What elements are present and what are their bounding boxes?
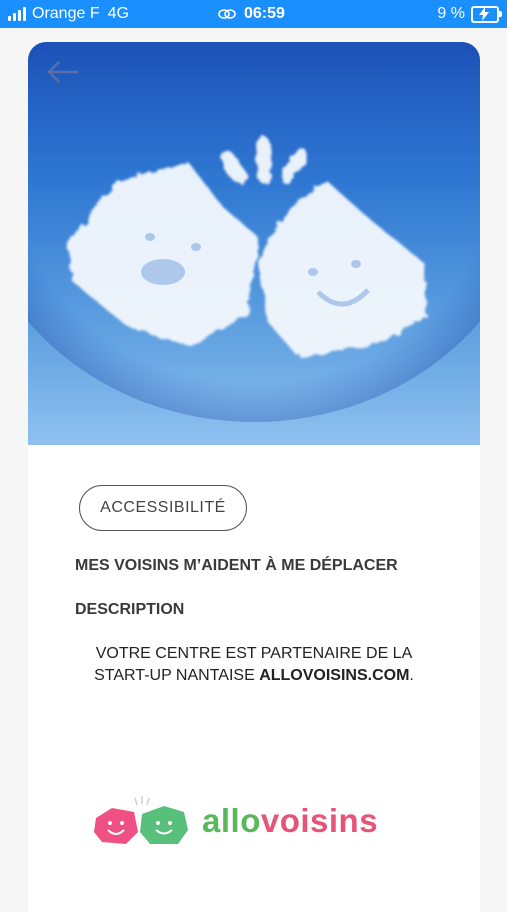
clock: 06:59 [244, 5, 285, 22]
link-icon [218, 9, 236, 19]
logo-wordmark: allovoisins [202, 802, 379, 839]
bolt-icon [479, 6, 489, 21]
detail-card: ACCESSIBILITÉ MES VOISINS M’AIDENT À ME … [28, 42, 480, 912]
status-bar: Orange F 4G 06:59 9 % [0, 0, 507, 28]
category-tag-button[interactable]: ACCESSIBILITÉ [79, 485, 247, 531]
carrier-name: Orange F [32, 5, 100, 22]
signal-icon [8, 7, 26, 21]
allovoisins-logo[interactable]: allovoisins [92, 796, 378, 846]
battery-icon [471, 5, 502, 23]
status-right: 9 % [437, 5, 502, 23]
cloud-houses-illustration [68, 136, 428, 357]
status-left: Orange F 4G [8, 5, 129, 23]
logo-mascot-icon [94, 796, 188, 844]
hero-image [28, 42, 480, 445]
description-line-1: VOTRE CENTRE EST PARTENAIRE DE LA [95, 645, 413, 662]
back-arrow-icon[interactable] [46, 60, 80, 84]
partner-link[interactable]: ALLOVOISINS.COM [259, 667, 409, 684]
description-line-2: START-UP NANTAISE ALLOVOISINS.COM. [94, 667, 414, 684]
description-text: VOTRE CENTRE EST PARTENAIRE DE LA START-… [48, 643, 460, 687]
status-center: 06:59 [218, 5, 285, 23]
description-label: DESCRIPTION [75, 601, 185, 618]
battery-percent: 9 % [437, 5, 465, 22]
network-type: 4G [107, 5, 129, 22]
service-title: MES VOISINS M’AIDENT À ME DÉPLACER [75, 557, 398, 574]
